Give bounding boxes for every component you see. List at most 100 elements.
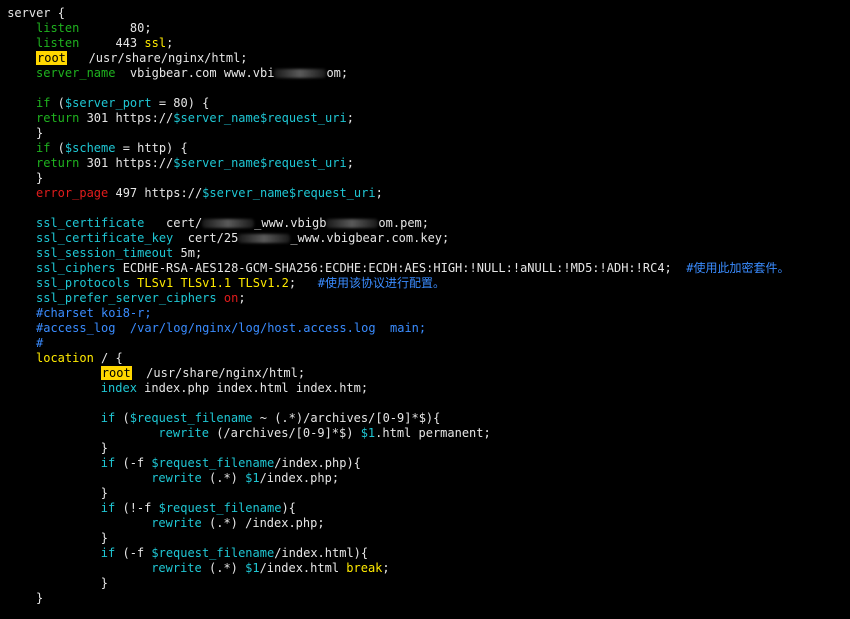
code-token: ( bbox=[50, 96, 65, 110]
code-token: index.php index.html index.htm; bbox=[136, 381, 369, 395]
code-token: (.*) bbox=[201, 561, 246, 575]
redacted-text bbox=[202, 219, 255, 228]
code-token: listen bbox=[36, 36, 80, 50]
code-token: ; bbox=[346, 111, 354, 125]
code-token: ECDHE-RSA-AES128-GCM-SHA256:ECDHE:ECDH:A… bbox=[115, 261, 687, 275]
code-line: rewrite (.*) $1/index.html break; bbox=[0, 561, 850, 576]
code-token: #charset koi8-r; bbox=[36, 306, 152, 320]
code-line: server { bbox=[0, 6, 850, 21]
code-token: # bbox=[36, 336, 44, 350]
code-token: om; bbox=[326, 66, 349, 80]
code-token: = 80) { bbox=[151, 96, 210, 110]
code-token: return bbox=[36, 156, 80, 170]
redacted-text bbox=[326, 219, 379, 228]
code-token: if bbox=[100, 501, 116, 515]
code-token: ( bbox=[50, 141, 65, 155]
code-token: 443 bbox=[79, 36, 145, 50]
code-token: cert/ bbox=[144, 216, 203, 230]
code-token: ssl_prefer_server_ciphers bbox=[36, 291, 217, 305]
code-token: if bbox=[100, 411, 116, 425]
code-token: #使用该协议进行配置。 bbox=[317, 276, 446, 290]
code-token: 301 https:// bbox=[79, 156, 174, 170]
code-token: rewrite bbox=[151, 516, 202, 530]
code-token: _www.vbigbear.com.key; bbox=[290, 231, 450, 245]
code-line: ssl_certificate cert/ _www.vbigb om.pem; bbox=[0, 216, 850, 231]
code-token: $request_uri bbox=[288, 186, 376, 200]
code-token: ssl_protocols bbox=[36, 276, 130, 290]
code-token: ssl_ciphers bbox=[36, 261, 116, 275]
code-token: ; bbox=[375, 186, 383, 200]
code-token: server_name bbox=[36, 66, 116, 80]
code-token: $request_uri bbox=[259, 111, 347, 125]
code-token: (-f bbox=[115, 546, 152, 560]
code-token: rewrite bbox=[158, 426, 209, 440]
code-line: ssl_prefer_server_ciphers on; bbox=[0, 291, 850, 306]
code-line: } bbox=[0, 576, 850, 591]
code-line: #charset koi8-r; bbox=[0, 306, 850, 321]
code-line: listen 80; bbox=[0, 21, 850, 36]
code-line: if (-f $request_filename/index.html){ bbox=[0, 546, 850, 561]
code-token: if bbox=[36, 96, 51, 110]
code-token: /index.html bbox=[259, 561, 347, 575]
code-line: } bbox=[0, 441, 850, 456]
code-token: ; bbox=[382, 561, 390, 575]
code-line: listen 443 ssl; bbox=[0, 36, 850, 51]
code-token: (/archives/[0-9]*$) bbox=[208, 426, 361, 440]
code-token: (.*) bbox=[201, 471, 246, 485]
code-token: 80; bbox=[79, 21, 152, 35]
code-token: #使用此加密套件。 bbox=[686, 261, 790, 275]
code-token: .html permanent; bbox=[375, 426, 491, 440]
code-token: vbigbear.com www.vbi bbox=[115, 66, 275, 80]
code-token: /index.html){ bbox=[274, 546, 369, 560]
code-token: } bbox=[36, 171, 44, 185]
code-line: return 301 https://$server_name$request_… bbox=[0, 111, 850, 126]
code-token: 497 https:// bbox=[108, 186, 203, 200]
code-line: } bbox=[0, 171, 850, 186]
code-token: ; bbox=[288, 276, 318, 290]
code-token: ; bbox=[238, 291, 246, 305]
code-line: ssl_ciphers ECDHE-RSA-AES128-GCM-SHA256:… bbox=[0, 261, 850, 276]
code-line: #access_log /var/log/nginx/log/host.acce… bbox=[0, 321, 850, 336]
code-token: ~ (.*)/archives/[0-9]*$){ bbox=[252, 411, 441, 425]
code-line: } bbox=[0, 591, 850, 606]
code-editor-text[interactable]: server {listen 80; listen 443 ssl; root /u… bbox=[0, 6, 850, 606]
code-line: } bbox=[0, 531, 850, 546]
code-token: (.*) /index.php; bbox=[201, 516, 325, 530]
code-token: $1 bbox=[245, 471, 260, 485]
code-token: /usr/share/nginx/html; bbox=[66, 51, 248, 65]
code-line: # bbox=[0, 336, 850, 351]
code-token: $request_filename bbox=[151, 456, 275, 470]
code-token: if bbox=[36, 141, 51, 155]
code-token: location bbox=[36, 351, 94, 365]
code-token: } bbox=[100, 576, 109, 590]
code-token: $1 bbox=[245, 561, 260, 575]
code-token: } bbox=[36, 126, 44, 140]
code-token: /index.php){ bbox=[274, 456, 361, 470]
code-line: ssl_certificate_key cert/25 _www.vbigbear… bbox=[0, 231, 850, 246]
code-token: om.pem; bbox=[378, 216, 429, 230]
search-highlight: root bbox=[100, 366, 132, 380]
code-token: $server_name bbox=[173, 156, 260, 170]
code-line: if ($scheme = http) { bbox=[0, 141, 850, 156]
code-line: rewrite (/archives/[0-9]*$) $1.html perm… bbox=[0, 426, 850, 441]
code-token: 5m; bbox=[173, 246, 203, 260]
code-line: return 301 https://$server_name$request_… bbox=[0, 156, 850, 171]
terminal-window[interactable]: server {listen 80; listen 443 ssl; root /u… bbox=[0, 0, 850, 619]
code-token: ssl_session_timeout bbox=[36, 246, 174, 260]
code-line: rewrite (.*) $1/index.php; bbox=[0, 471, 850, 486]
code-token: error_page bbox=[36, 186, 109, 200]
code-line: if ($server_port = 80) { bbox=[0, 96, 850, 111]
code-token: /index.php; bbox=[259, 471, 340, 485]
code-token: } bbox=[100, 441, 109, 455]
code-line: if (-f $request_filename/index.php){ bbox=[0, 456, 850, 471]
code-token: ( bbox=[115, 411, 130, 425]
code-token: = http) { bbox=[115, 141, 188, 155]
search-highlight: root bbox=[36, 51, 67, 65]
code-token: $server_port bbox=[64, 96, 152, 110]
code-token: ssl_certificate bbox=[36, 216, 145, 230]
code-token: $request_filename bbox=[151, 546, 275, 560]
code-token: break bbox=[346, 561, 383, 575]
